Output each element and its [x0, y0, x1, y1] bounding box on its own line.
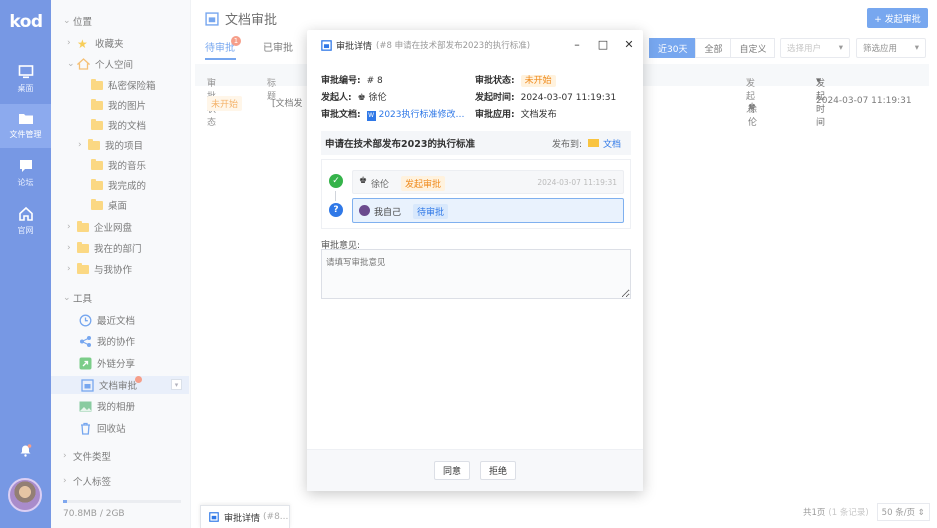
folder-icon: [587, 139, 599, 147]
app-window: kod 桌面 文件管理 论坛 官网 ⌄ 位置 › ★ 收藏夹 ⌄ 个人空间 私密保险箱 …: [0, 0, 937, 528]
field-label: 发起人:: [321, 93, 352, 103]
publish-label: 发布到:: [551, 139, 582, 150]
field-label: 发起时间:: [475, 93, 515, 103]
step-action-badge: 发起审批: [401, 176, 446, 191]
taskbar-title: 审批详情: [224, 513, 261, 524]
field-label: 审批应用:: [475, 110, 515, 120]
reject-button[interactable]: 拒绝: [480, 461, 516, 480]
field-value: # 8: [366, 76, 383, 86]
close-icon[interactable]: ✕: [623, 39, 635, 51]
field-status: 审批状态: 未开始: [475, 73, 556, 87]
step-time: 2024-03-07 11:19:31: [537, 178, 617, 187]
step-user: 徐伦: [371, 180, 390, 190]
doc-link[interactable]: 2023执行标准修改…: [379, 110, 465, 120]
field-no: 审批编号: # 8: [321, 73, 383, 86]
flow-connector: [335, 191, 336, 201]
field-doc: 审批文档: W 2023执行标准修改…: [321, 107, 465, 121]
section-title: 申请在技术部发布2023的执行标准: [325, 139, 475, 150]
question-circle-icon: ?: [329, 203, 343, 217]
publish-target-link[interactable]: 文档: [603, 137, 621, 150]
dialog-header[interactable]: 审批详情 (#8 申请在技术部发布2023的执行标准) – □ ✕: [307, 30, 643, 60]
field-label: 审批状态:: [475, 76, 515, 86]
dialog-footer: 同意 拒绝: [307, 449, 643, 491]
approval-flow: ✓ ? ♚ 徐伦 发起审批 2024-03-07 11:19:31 我自己 待审…: [321, 159, 631, 229]
taskbar-item[interactable]: 审批详情 (#8...: [200, 505, 290, 528]
step-action-badge: 待审批: [413, 204, 449, 219]
dialog-title: 审批详情: [336, 41, 373, 52]
user-icon: ♚: [359, 176, 368, 186]
flow-step-pending: 我自己 待审批: [352, 198, 624, 223]
field-time: 发起时间: 2024-03-07 11:19:31: [475, 90, 616, 103]
request-section-header: 申请在技术部发布2023的执行标准 发布到: 文档: [321, 131, 631, 155]
approval-detail-dialog: 审批详情 (#8 申请在技术部发布2023的执行标准) – □ ✕ 审批编号: #…: [307, 30, 643, 491]
avatar: [359, 205, 370, 216]
agree-button[interactable]: 同意: [434, 461, 470, 480]
field-initiator: 发起人: ♚ 徐伦: [321, 90, 387, 103]
approval-doc-icon: [209, 512, 219, 522]
word-doc-icon: W: [366, 111, 376, 121]
status-badge: 未开始: [520, 75, 556, 87]
dialog-subtitle: (#8 申请在技术部发布2023的执行标准): [376, 41, 531, 51]
minimize-icon[interactable]: –: [571, 39, 583, 51]
maximize-icon[interactable]: □: [597, 39, 609, 51]
field-label: 审批文档:: [321, 110, 361, 120]
field-label: 审批编号:: [321, 76, 361, 86]
field-value: 文档发布: [520, 110, 557, 120]
field-app: 审批应用: 文档发布: [475, 107, 557, 120]
user-icon: ♚: [357, 93, 366, 103]
check-circle-icon: ✓: [329, 174, 343, 188]
step-user: 我自己: [374, 208, 402, 218]
field-value: 2024-03-07 11:19:31: [520, 93, 617, 103]
opinion-textarea[interactable]: [321, 249, 631, 299]
approval-doc-icon: [321, 39, 332, 51]
publish-to: 发布到: 文档: [552, 137, 621, 150]
flow-step-initiated: ♚ 徐伦 发起审批 2024-03-07 11:19:31: [352, 170, 624, 194]
field-value: 徐伦: [368, 93, 387, 103]
taskbar-sub: (#8...: [263, 512, 289, 522]
